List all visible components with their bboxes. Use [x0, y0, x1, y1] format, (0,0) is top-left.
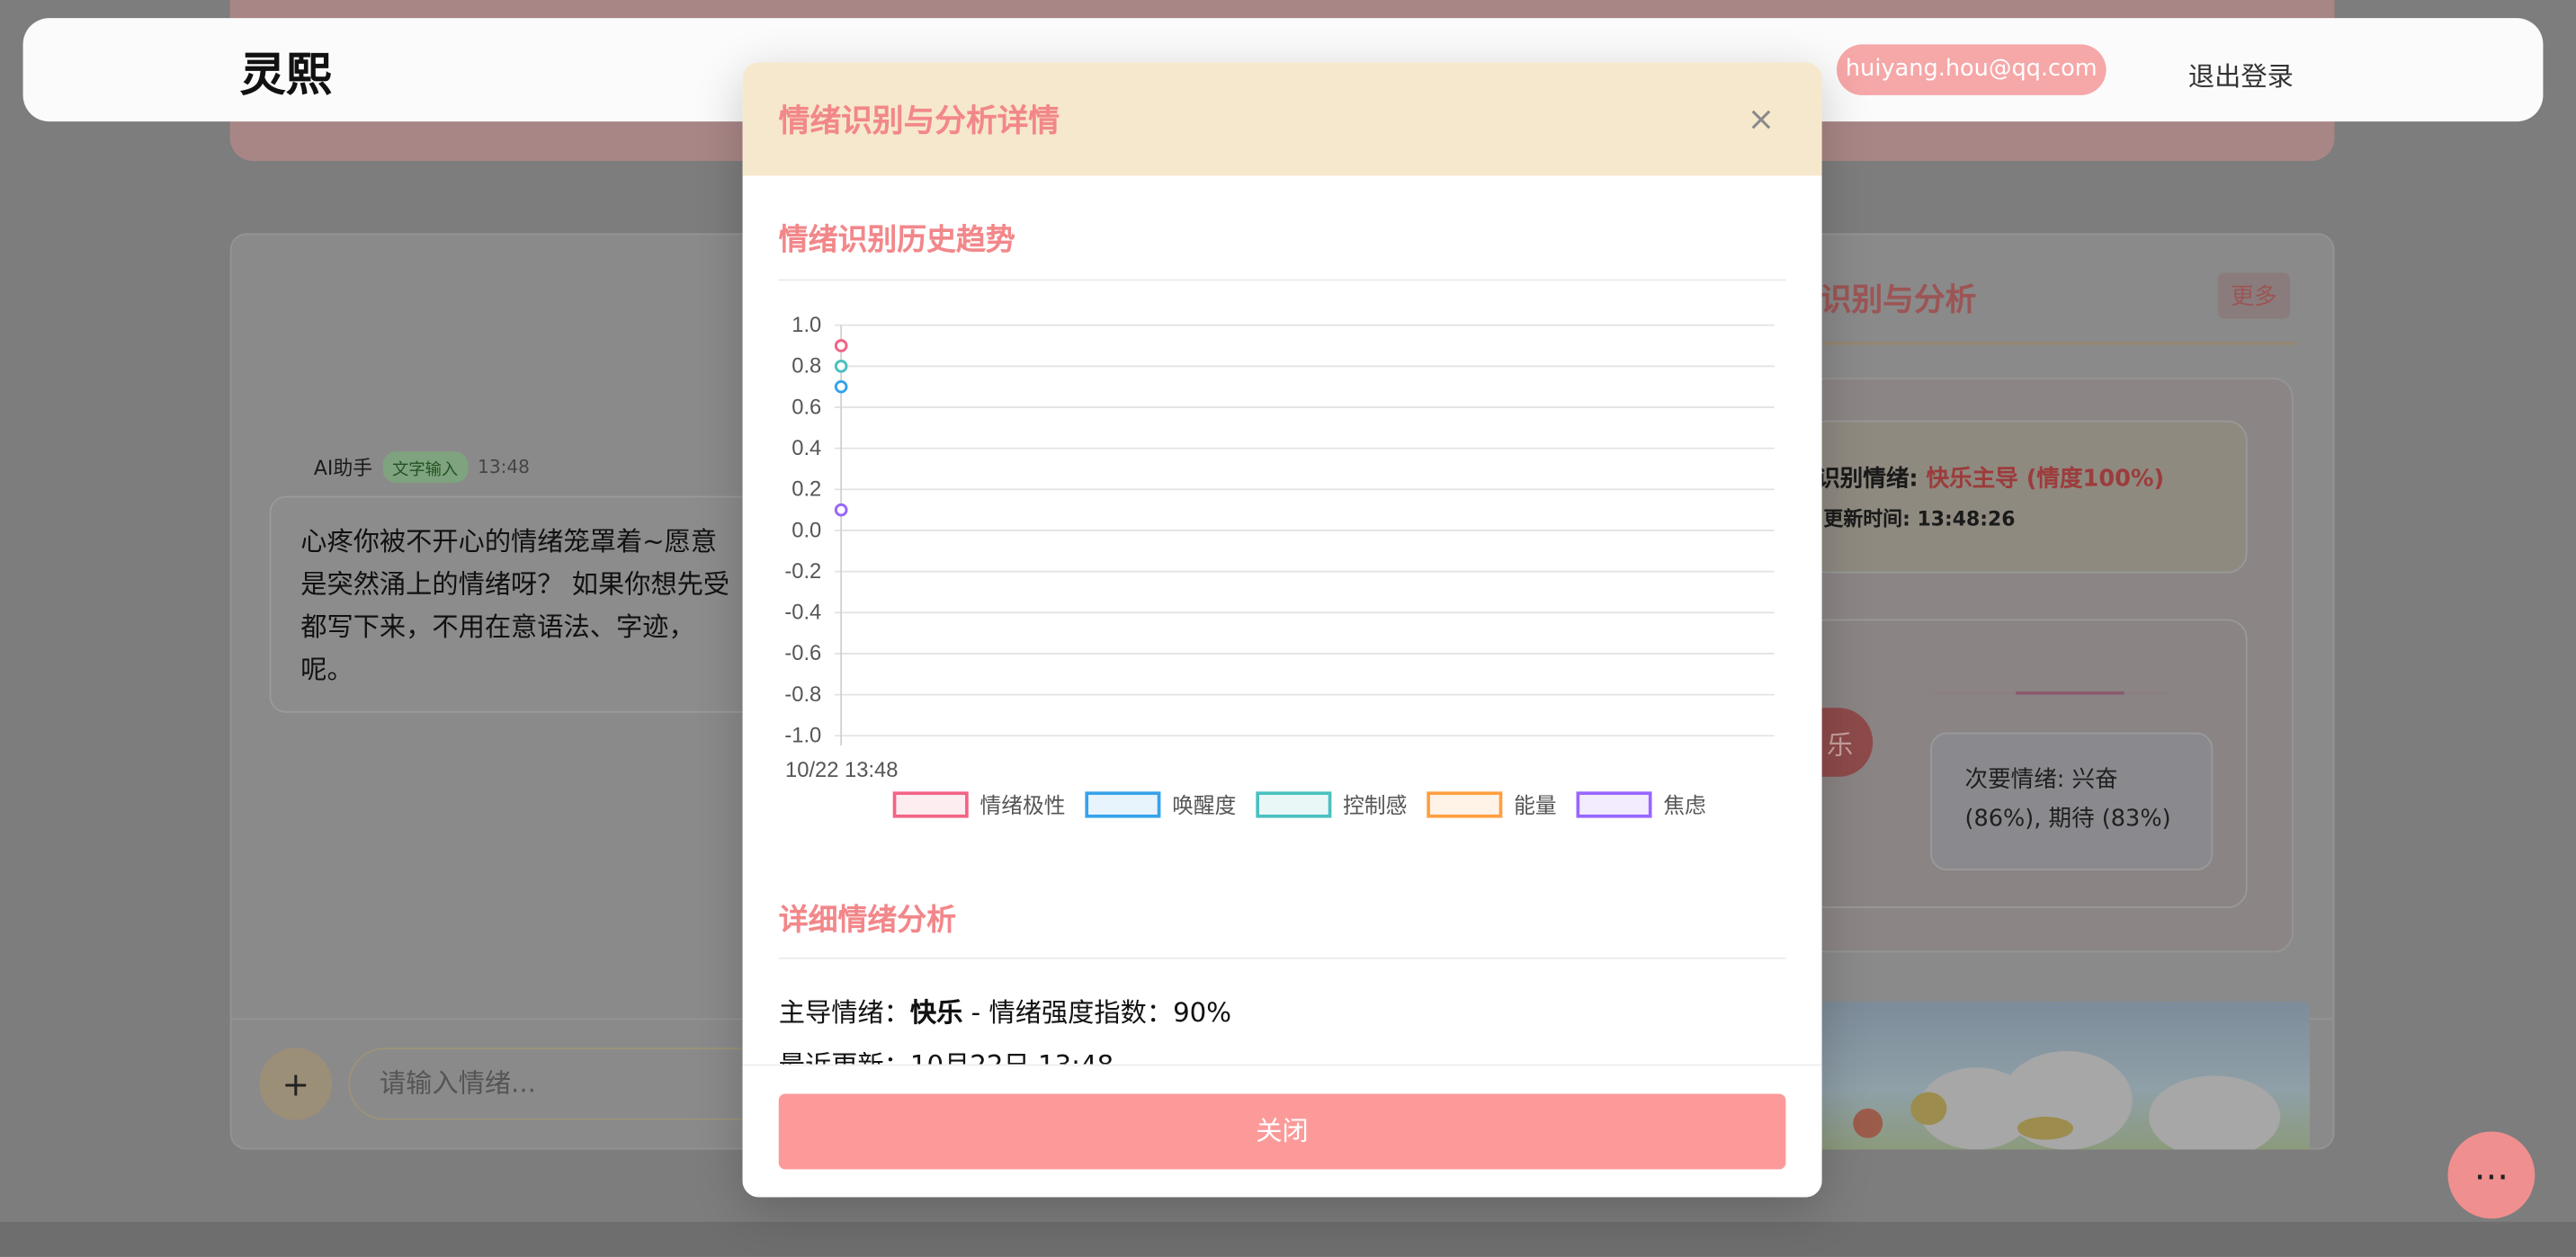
legend-swatch — [1085, 791, 1161, 818]
legend-swatch — [1256, 791, 1332, 818]
y-tick-label: 0.6 — [792, 396, 821, 419]
y-tick-label: -0.6 — [784, 642, 821, 665]
sender-name: AI助手 — [313, 456, 373, 480]
update-value: 13:48:26 — [1917, 507, 2016, 530]
dominant-value: 快乐 — [909, 996, 963, 1029]
message-time: 13:48 — [478, 456, 530, 478]
modal-title: 情绪识别与分析详情 — [778, 103, 1060, 140]
emotion-trend-chart: 1.0 0.8 0.6 0.4 0.2 0.0 -0.2 -0.4 -0.6 -0.8 -1.0 10… — [784, 314, 1775, 818]
legend-swatch — [892, 791, 969, 818]
y-tick-label: -1.0 — [784, 725, 821, 748]
y-tick-label: 0.2 — [792, 478, 821, 502]
legend-label: 焦虑 — [1663, 793, 1705, 818]
data-point — [834, 379, 848, 394]
logout-link[interactable]: 退出登录 — [2188, 54, 2294, 94]
analysis-panel-title: 识别与分析 — [1820, 282, 1977, 319]
close-button[interactable]: 关闭 — [778, 1093, 1786, 1170]
legend-swatch — [1576, 791, 1652, 818]
legend-label: 能量 — [1514, 793, 1556, 818]
decorative-illustration — [1820, 1002, 2311, 1150]
message-meta: AI助手 文字输入 13:48 — [314, 451, 530, 483]
y-tick-label: 1.0 — [792, 314, 821, 337]
close-icon[interactable]: × — [1745, 95, 1778, 141]
update-time: 更新时间: 13:48:26 — [1823, 504, 2015, 532]
user-email-pill[interactable]: huiyang.hou@qq.com — [1837, 44, 2106, 95]
section-divider — [778, 279, 1786, 281]
legend-swatch — [1427, 791, 1503, 818]
recognition-result: 识别情绪: 快乐主导 (情度100%) — [1817, 461, 2164, 495]
add-button[interactable]: + — [259, 1048, 332, 1120]
x-tick-label: 10/22 13:48 — [785, 759, 898, 782]
modal-footer: 关闭 — [742, 1064, 1822, 1198]
y-tick-label: -0.4 — [784, 602, 821, 625]
y-tick-label: -0.8 — [784, 683, 821, 707]
y-tick-label: 0.4 — [792, 437, 821, 460]
data-point — [834, 339, 848, 352]
data-point — [834, 503, 848, 517]
emotion-detail-modal: 情绪识别与分析详情 × 情绪识别历史趋势 1.0 0.8 0.6 0.4 0.2 0.0 -… — [742, 62, 1822, 1198]
more-button[interactable]: 更多 — [2217, 272, 2291, 319]
secondary-emotions: 次要情绪: 兴奋 (86%), 期待 (83%) — [1930, 732, 2214, 871]
detail-section-title: 详细情绪分析 — [778, 903, 957, 938]
dominant-emotion-line: 主导情绪：快乐 - 情绪强度指数：90% — [779, 990, 1231, 1030]
message-bubble: 心疼你被不开心的情绪笼罩着~愿意是突然涌上的情绪呀？ 如果你想先受都写下来，不用… — [269, 495, 763, 713]
y-tick-label: 0.8 — [792, 355, 821, 379]
legend-label: 唤醒度 — [1172, 793, 1236, 818]
input-type-badge: 文字输入 — [382, 451, 469, 483]
emotion-bar — [1930, 691, 2170, 695]
emotion-input[interactable]: 请输入情绪... — [348, 1048, 776, 1120]
data-point — [834, 360, 848, 373]
legend-label: 控制感 — [1343, 793, 1407, 818]
recognition-label: 识别情绪: — [1817, 466, 1919, 493]
update-label: 更新时间: — [1823, 507, 1910, 530]
dominant-label: 主导情绪： — [778, 996, 910, 1029]
y-tick-label: 0.0 — [792, 519, 821, 542]
recognition-value: 快乐主导 (情度100%) — [1926, 466, 2165, 493]
modal-header: 情绪识别与分析详情 × — [742, 62, 1822, 176]
legend-label: 情绪极性 — [980, 793, 1066, 818]
app-logo[interactable]: 灵熙 — [240, 40, 332, 105]
y-tick-label: -0.2 — [784, 560, 821, 584]
page-footer — [0, 1221, 2576, 1257]
trend-section-title: 情绪识别历史趋势 — [778, 223, 1015, 258]
intensity-text: - 情绪强度指数：90% — [962, 996, 1232, 1029]
section-divider — [778, 957, 1786, 959]
more-fab-button[interactable]: ... — [2447, 1131, 2536, 1219]
recognition-card — [1807, 420, 2248, 574]
panel-divider — [1807, 341, 2297, 345]
